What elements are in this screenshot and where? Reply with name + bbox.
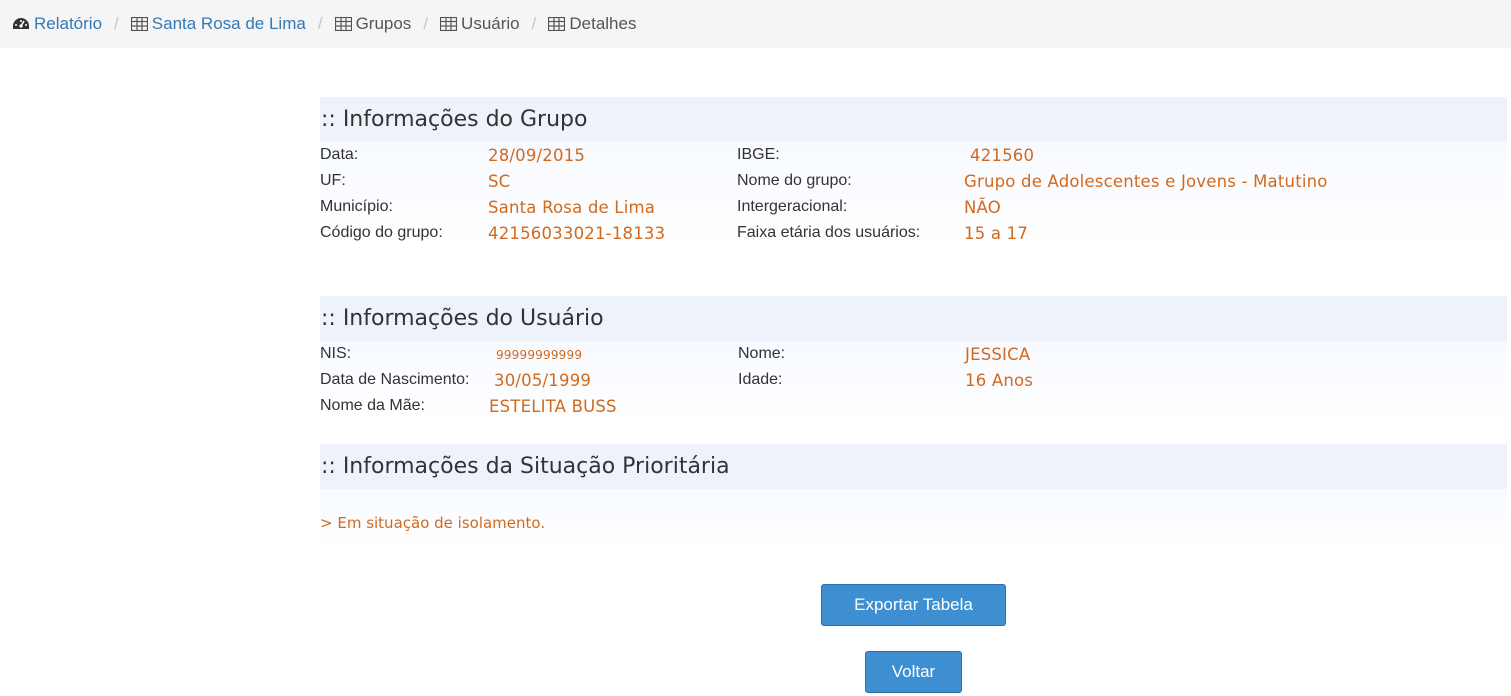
data-label: Data: <box>320 146 359 163</box>
nascimento-label: Data de Nascimento: <box>320 371 470 388</box>
nome-usuario-label: Nome: <box>738 345 786 362</box>
nome-mae-label: Nome da Mãe: <box>320 397 425 414</box>
breadcrumb-label: Santa Rosa de Lima <box>151 14 306 33</box>
intergeracional-label: Intergeracional: <box>737 198 848 215</box>
uf-value: SC <box>488 172 511 191</box>
nome-grupo-value: Grupo de Adolescentes e Jovens - Matutin… <box>964 172 1328 191</box>
codigo-grupo-label: Código do grupo: <box>320 224 443 241</box>
idade-label: Idade: <box>738 371 783 388</box>
breadcrumb-separator: / <box>423 14 429 33</box>
ibge-label: IBGE: <box>737 146 780 163</box>
section-title-usuario: :: Informações do Usuário <box>320 296 1507 341</box>
municipio-value: Santa Rosa de Lima <box>488 198 656 217</box>
breadcrumb-item-detalhes: Detalhes <box>548 14 636 34</box>
dashboard-icon <box>13 18 29 29</box>
breadcrumb-item-santa-rosa[interactable]: Santa Rosa de Lima <box>130 14 306 34</box>
intergeracional-value: NÃO <box>964 198 1001 217</box>
breadcrumb-item-relatorio[interactable]: Relatório <box>12 14 102 34</box>
breadcrumb-item-grupos: Grupos <box>334 14 412 34</box>
table-icon <box>130 17 148 31</box>
breadcrumb-label: Grupos <box>355 14 412 33</box>
table-icon <box>440 17 458 31</box>
faixa-etaria-label: Faixa etária dos usuários: <box>737 224 921 241</box>
breadcrumb-label: Relatório <box>34 14 103 33</box>
data-value: 28/09/2015 <box>488 146 586 165</box>
nome-mae-value: ESTELITA BUSS <box>489 397 617 416</box>
section-title-grupo: :: Informações do Grupo <box>320 97 1507 142</box>
table-icon <box>548 17 566 31</box>
breadcrumb-label: Detalhes <box>569 14 637 33</box>
nome-grupo-label: Nome do grupo: <box>737 172 852 189</box>
breadcrumb: Relatório / Santa Rosa de Lima / Grupos … <box>0 0 1511 48</box>
nascimento-value: 30/05/1999 <box>494 371 592 390</box>
breadcrumb-separator: / <box>531 14 537 33</box>
nis-value: 99999999999 <box>496 348 583 362</box>
municipio-label: Município: <box>320 198 393 215</box>
ibge-value: 421560 <box>970 146 1035 165</box>
nome-usuario-value: JESSICA <box>965 345 1031 364</box>
export-table-button[interactable]: Exportar Tabela <box>821 584 1006 626</box>
uf-label: UF: <box>320 172 346 189</box>
situacao-item: > Em situação de isolamento. <box>320 514 546 532</box>
back-button[interactable]: Voltar <box>865 651 962 693</box>
faixa-etaria-value: 15 a 17 <box>964 224 1028 243</box>
section-title-situacao: :: Informações da Situação Prioritária <box>320 444 1507 489</box>
table-icon <box>334 17 352 31</box>
nis-label: NIS: <box>320 345 352 362</box>
breadcrumb-separator: / <box>114 14 119 33</box>
breadcrumb-label: Usuário <box>461 14 520 33</box>
codigo-grupo-value: 42156033021-18133 <box>488 224 666 243</box>
breadcrumb-separator: / <box>317 14 323 33</box>
breadcrumb-item-usuario: Usuário <box>440 14 520 34</box>
idade-value: 16 Anos <box>965 371 1034 390</box>
